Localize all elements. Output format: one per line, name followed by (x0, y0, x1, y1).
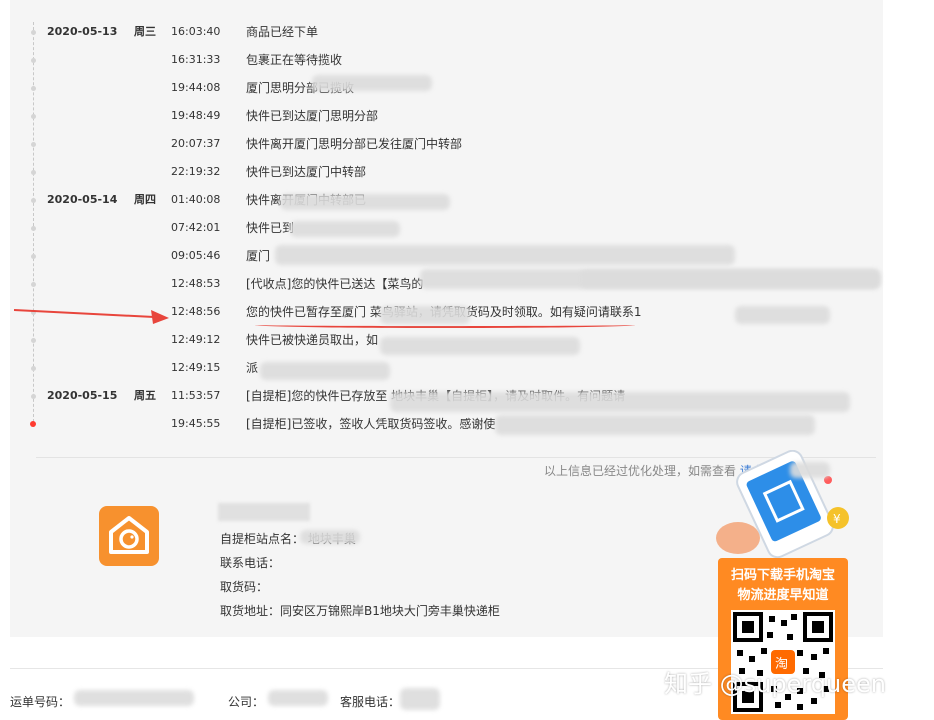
tracking-time: 16:03:40 (171, 25, 221, 38)
privacy-blur (495, 415, 815, 435)
tracking-time: 07:42:01 (171, 221, 221, 234)
tracking-time: 22:19:32 (171, 165, 221, 178)
tracking-time: 09:05:46 (171, 249, 221, 262)
timeline-dot (31, 86, 36, 91)
tracking-desc: 快件已到达厦门思明分部 (246, 109, 379, 123)
timeline-dot (31, 282, 36, 287)
timeline-dot (31, 394, 36, 399)
tracking-time: 12:48:53 (171, 277, 221, 290)
zhihu-watermark: 知乎 @superqueen (664, 670, 886, 698)
privacy-blur (280, 194, 450, 210)
timeline-dot (31, 114, 36, 119)
privacy-blur (735, 306, 830, 324)
timeline-dot (31, 30, 36, 35)
tracking-time: 16:31:33 (171, 53, 221, 66)
privacy-blur (312, 75, 432, 91)
tracking-desc: [代收点]您的快件已送达【菜鸟的 (246, 277, 424, 291)
timeline-dot (31, 198, 36, 203)
privacy-blur (275, 245, 735, 265)
tracking-desc: 快件已被快递员取出，如 (246, 333, 379, 347)
tracking-desc: 快件离开厦门思明分部已发往厦门中转部 (246, 137, 463, 151)
blurred-station-name (300, 530, 360, 544)
tracking-desc: 派 (246, 361, 259, 375)
qr-promo-line2: 物流进度早知道 (737, 588, 829, 603)
station-address-line: 取货地址：同安区万锦熙岸B1地块大门旁丰巢快递柜 (220, 604, 500, 618)
blurred-company (268, 690, 328, 706)
tracking-time: 12:49:15 (171, 361, 221, 374)
privacy-blur (790, 462, 830, 478)
timeline-dot (31, 142, 36, 147)
qr-promo-line1: 扫码下载手机淘宝 (730, 568, 835, 583)
timeline-current-dot (30, 421, 36, 427)
timeline-dot (31, 366, 36, 371)
tracking-desc: 包裹正在等待揽收 (246, 53, 343, 67)
tracking-date: 2020-05-14 (47, 193, 118, 206)
station-phone-line: 联系电话： (220, 556, 281, 570)
tracking-time: 19:44:08 (171, 81, 221, 94)
red-arrow-annotation (14, 309, 169, 324)
tracking-desc: [自提柜]已签收，签收人凭取货码签收。感谢使 (246, 417, 496, 431)
tracking-weekday: 周三 (134, 25, 156, 38)
tracking-desc: 厦门 (246, 249, 271, 263)
station-code-line: 取货码： (220, 580, 269, 594)
service-phone-label: 客服电话： (340, 695, 401, 709)
privacy-blur (380, 306, 470, 324)
privacy-blur (260, 362, 390, 380)
station-title-blurred (218, 503, 310, 521)
tracking-time: 12:48:56 (171, 305, 221, 318)
cainiao-station-logo (99, 506, 159, 566)
blurred-service (400, 688, 440, 710)
tracking-date: 2020-05-13 (47, 25, 118, 38)
tracking-desc: 商品已经下单 (246, 25, 319, 39)
tracking-time: 11:53:57 (171, 389, 221, 402)
privacy-blur (580, 270, 880, 288)
tracking-time: 12:49:12 (171, 333, 221, 346)
bird-house-icon (109, 516, 149, 554)
timeline-dot (31, 254, 36, 259)
tracking-weekday: 周五 (134, 389, 156, 402)
company-label: 公司： (228, 695, 265, 709)
tracking-desc: 快件已到达厦门中转部 (246, 165, 367, 179)
timeline-dot (31, 170, 36, 175)
tracking-weekday: 周四 (134, 193, 156, 206)
privacy-blur (390, 392, 850, 412)
phone-hand-icon: ¥ (716, 450, 849, 559)
timeline-dot (31, 226, 36, 231)
timeline-dot (31, 338, 36, 343)
tracking-desc: 快件已到 (246, 221, 295, 235)
tracking-time: 19:45:55 (171, 417, 221, 430)
blurred-waybill (74, 690, 194, 706)
tracking-date: 2020-05-15 (47, 389, 118, 402)
privacy-blur (380, 337, 580, 355)
tracking-time: 01:40:08 (171, 193, 221, 206)
tracking-time: 19:48:49 (171, 109, 221, 122)
waybill-label: 运单号码： (10, 695, 71, 709)
svg-text:¥: ¥ (833, 512, 841, 526)
timeline-dot (31, 58, 36, 63)
tracking-time: 20:07:37 (171, 137, 221, 150)
privacy-blur (290, 221, 400, 237)
